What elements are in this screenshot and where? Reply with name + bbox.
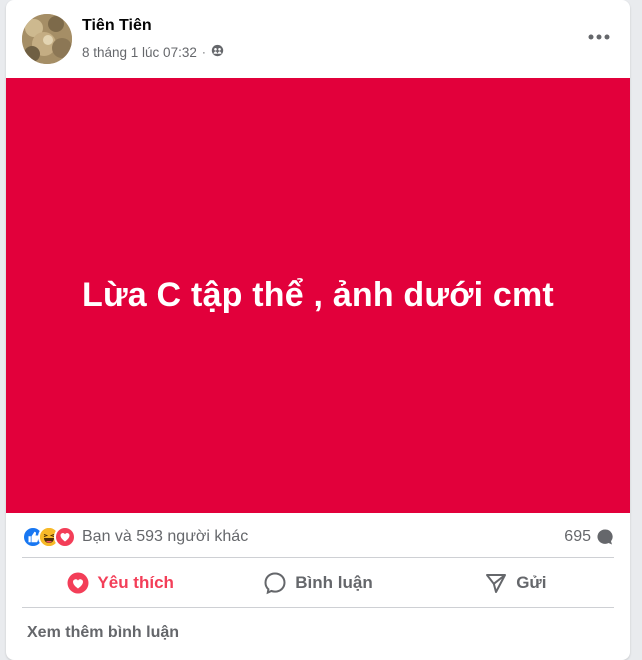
share-button[interactable]: Gửi xyxy=(417,559,614,607)
view-more-comments-link[interactable]: Xem thêm bình luận xyxy=(27,624,179,642)
comment-button[interactable]: Bình luận xyxy=(219,559,416,607)
post-meta: 8 tháng 1 lúc 07:32 · xyxy=(82,44,224,60)
reaction-stats: Bạn và 593 người khác 695 xyxy=(22,520,614,554)
avatar-image xyxy=(22,14,72,64)
action-bar: Yêu thích Bình luận Gửi xyxy=(22,559,614,607)
meta-separator: · xyxy=(201,45,206,59)
comment-label: Bình luận xyxy=(295,573,373,592)
send-icon xyxy=(486,574,507,593)
comments-count-text: 695 xyxy=(564,528,591,545)
avatar[interactable] xyxy=(22,14,72,64)
like-button[interactable]: Yêu thích xyxy=(22,559,219,607)
like-label: Yêu thích xyxy=(97,573,174,592)
comment-bubble-icon xyxy=(597,529,613,545)
more-icon xyxy=(588,34,610,40)
banner-text: Lừa C tập thể , ảnh dưới cmt xyxy=(82,276,554,314)
reactions-summary[interactable]: Bạn và 593 người khác xyxy=(82,528,248,546)
love-icon xyxy=(54,526,76,548)
more-options-button[interactable] xyxy=(584,22,614,52)
comments-count[interactable]: 695 xyxy=(564,528,614,546)
stats-divider xyxy=(22,557,614,558)
post-card: Tiên Tiên 8 tháng 1 lúc 07:32 · Lừa C tậ… xyxy=(6,0,630,660)
post-timestamp[interactable]: 8 tháng 1 lúc 07:32 xyxy=(82,45,197,60)
actions-divider xyxy=(22,607,614,608)
heart-icon xyxy=(67,572,89,594)
post-banner[interactable]: Lừa C tập thể , ảnh dưới cmt xyxy=(6,78,630,513)
comment-icon xyxy=(264,572,286,595)
friends-icon[interactable] xyxy=(211,44,224,60)
author-name[interactable]: Tiên Tiên xyxy=(82,17,152,35)
reaction-icons[interactable] xyxy=(22,526,76,548)
post-header: Tiên Tiên 8 tháng 1 lúc 07:32 · xyxy=(6,0,630,78)
share-label: Gửi xyxy=(516,573,547,592)
